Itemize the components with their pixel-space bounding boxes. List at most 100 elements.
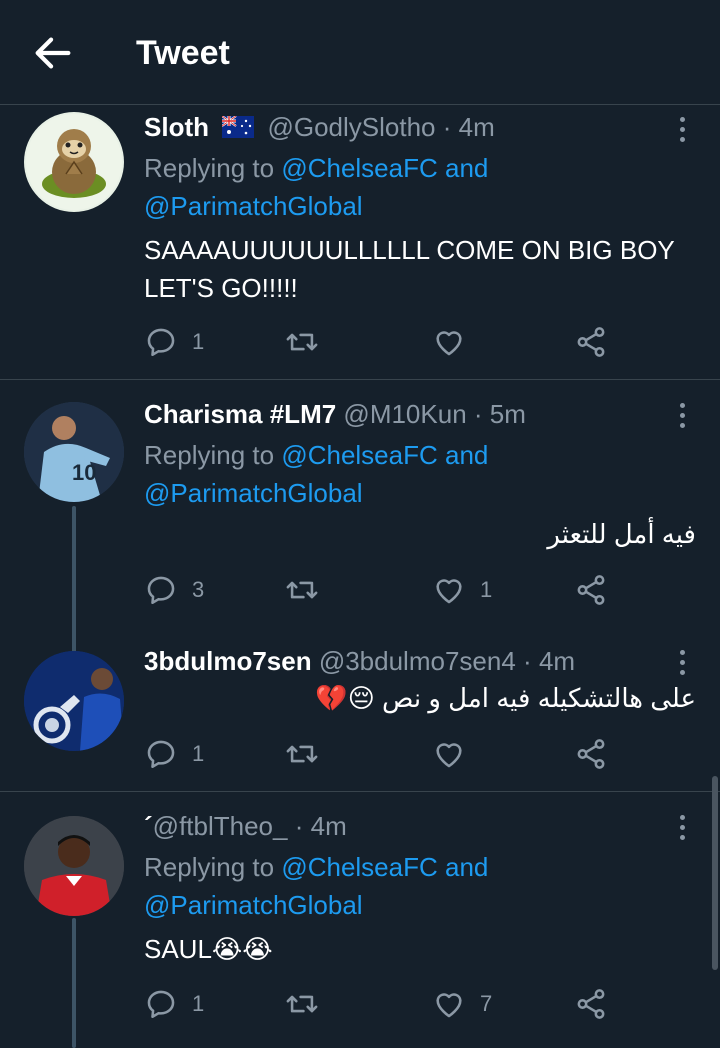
mention-link[interactable]: @ParimatchGlobal (144, 478, 363, 508)
more-dot-icon (679, 403, 685, 408)
retweet-icon (284, 987, 320, 1021)
reply-icon (144, 573, 178, 607)
replying-to-label: Replying to (144, 852, 275, 882)
retweet-button[interactable] (284, 734, 320, 774)
retweet-button[interactable] (284, 322, 320, 362)
handle[interactable]: @M10Kun (343, 399, 466, 429)
more-options-button[interactable] (670, 398, 694, 434)
reply-count: 1 (192, 329, 205, 354)
retweet-icon (284, 573, 320, 607)
heart-icon (432, 573, 466, 607)
thread-line (72, 506, 76, 656)
avatar[interactable] (24, 651, 124, 751)
replying-to-line2: @ParimatchGlobal (144, 187, 363, 225)
more-dot-icon (679, 815, 685, 820)
share-icon (574, 573, 608, 607)
share-button[interactable] (574, 984, 608, 1024)
timestamp[interactable]: 4m (459, 112, 495, 142)
share-icon (574, 987, 608, 1021)
retweet-button[interactable] (284, 570, 320, 610)
like-button[interactable]: 7 (432, 984, 492, 1024)
avatar[interactable] (24, 816, 124, 916)
retweet-icon (284, 737, 320, 771)
mention-link[interactable]: @ChelseaFC (281, 153, 437, 183)
tweet-ftbltheo[interactable]: ´@ftblTheo_ · 4m Replying to @ChelseaFC … (0, 792, 720, 1048)
action-bar: 1 7 (144, 984, 624, 1024)
avatar[interactable] (24, 112, 124, 212)
separator-dot: · (442, 112, 452, 142)
display-name[interactable]: Sloth (144, 112, 209, 142)
action-bar: 3 1 (144, 570, 624, 610)
more-options-button[interactable] (670, 645, 694, 681)
australia-flag-icon (222, 116, 255, 139)
retweet-button[interactable] (284, 984, 320, 1024)
share-icon (574, 737, 608, 771)
tweet-header: 3bdulmo7sen @3bdulmo7sen4 · 4m (144, 644, 660, 678)
scrollbar[interactable] (712, 776, 718, 970)
and-label: and (445, 440, 489, 470)
replying-to-line2: @ParimatchGlobal (144, 474, 363, 512)
display-name[interactable]: ´ (144, 811, 153, 841)
reply-button[interactable]: 1 (144, 984, 204, 1024)
and-label: and (445, 852, 489, 882)
tweet-text: SAUL😭😭 (144, 934, 273, 964)
mention-link[interactable]: @ChelseaFC (281, 852, 437, 882)
action-bar: 1 (144, 322, 624, 362)
handle[interactable]: @3bdulmo7sen4 (319, 646, 516, 676)
replying-to-line2: @ParimatchGlobal (144, 886, 363, 924)
thread-line (72, 918, 76, 1048)
reply-button[interactable]: 1 (144, 322, 204, 362)
handle[interactable]: @GodlySlotho (267, 112, 435, 142)
timestamp[interactable]: 4m (539, 646, 575, 676)
share-button[interactable] (574, 734, 608, 774)
avatar[interactable]: 10 (24, 402, 124, 502)
more-dot-icon (679, 137, 685, 142)
replying-to: Replying to @ChelseaFC and (144, 149, 488, 187)
reply-button[interactable]: 3 (144, 570, 204, 610)
heart-icon (432, 737, 466, 771)
reply-count: 1 (192, 741, 205, 766)
page-title: Tweet (136, 34, 230, 72)
svg-text:10: 10 (72, 460, 96, 485)
replying-to: Replying to @ChelseaFC and (144, 436, 488, 474)
handle[interactable]: @ftblTheo_ (153, 811, 288, 841)
display-name[interactable]: Charisma #LM7 (144, 399, 336, 429)
mention-link[interactable]: @ParimatchGlobal (144, 191, 363, 221)
mention-link[interactable]: @ChelseaFC (281, 440, 437, 470)
tweet-header: Sloth @GodlySlotho · 4m (144, 110, 660, 144)
more-dot-icon (679, 423, 685, 428)
display-name[interactable]: 3bdulmo7sen (144, 646, 312, 676)
tweet-sloth[interactable]: Sloth @GodlySlotho · 4m Replying to @Che… (0, 106, 720, 379)
timestamp[interactable]: 4m (311, 811, 347, 841)
reply-icon (144, 987, 178, 1021)
heart-icon (432, 325, 466, 359)
tweet-charisma[interactable]: 10 Charisma #LM7 @M10Kun · 5m Replying t… (0, 380, 720, 656)
timestamp[interactable]: 5m (490, 399, 526, 429)
and-label: and (445, 153, 489, 183)
reply-button[interactable]: 1 (144, 734, 204, 774)
more-dot-icon (679, 413, 685, 418)
reply-icon (144, 325, 178, 359)
more-dot-icon (679, 127, 685, 132)
back-button[interactable] (30, 30, 76, 76)
share-button[interactable] (574, 570, 608, 610)
more-options-button[interactable] (670, 810, 694, 846)
like-button[interactable] (432, 322, 466, 362)
mention-link[interactable]: @ParimatchGlobal (144, 890, 363, 920)
tweet-3bdulmo7sen[interactable]: 3bdulmo7sen @3bdulmo7sen4 · 4m على هالتش… (0, 635, 720, 791)
tweet-header: Charisma #LM7 @M10Kun · 5m (144, 397, 660, 431)
like-button[interactable] (432, 734, 466, 774)
tweet-text-line: LET'S GO!!!!! (144, 273, 298, 303)
more-options-button[interactable] (670, 112, 694, 148)
more-dot-icon (679, 660, 685, 665)
like-button[interactable]: 1 (432, 570, 492, 610)
more-dot-icon (679, 117, 685, 122)
action-bar: 1 (144, 734, 624, 774)
heart-icon (432, 987, 466, 1021)
like-count: 7 (480, 991, 493, 1016)
tweet-header: ´@ftblTheo_ · 4m (144, 809, 660, 843)
replying-to-label: Replying to (144, 440, 275, 470)
replying-to-label: Replying to (144, 153, 275, 183)
share-button[interactable] (574, 322, 608, 362)
top-bar: Tweet (0, 0, 720, 105)
